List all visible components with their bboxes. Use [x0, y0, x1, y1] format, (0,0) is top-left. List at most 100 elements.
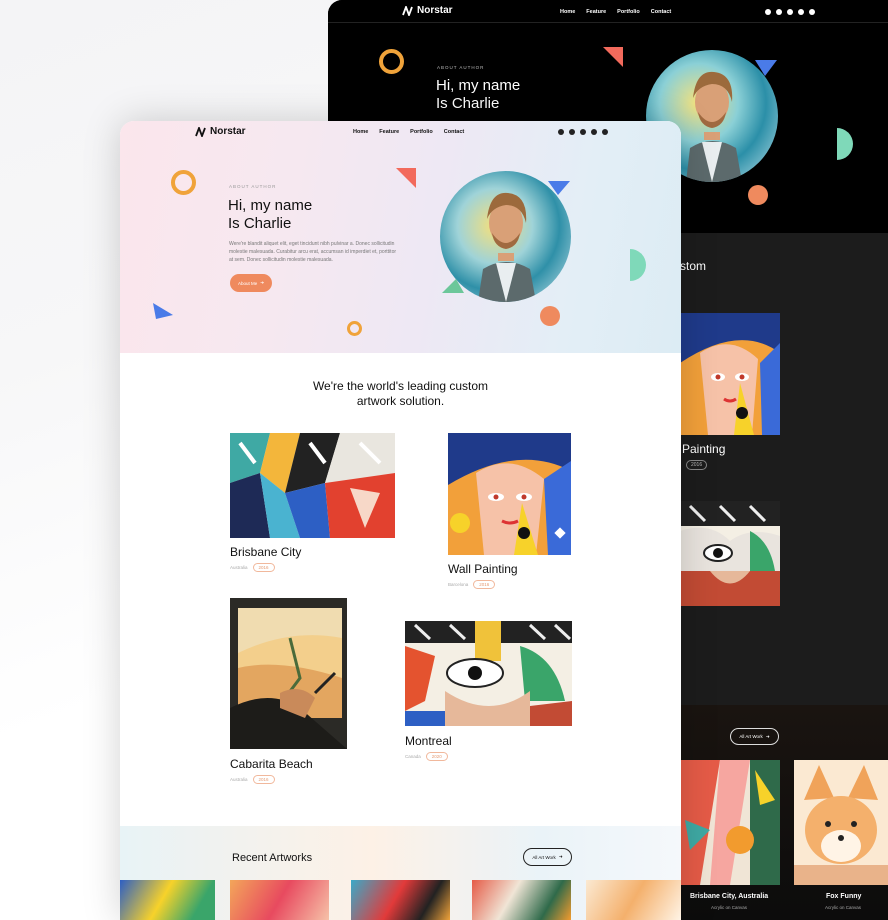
artwork-location-2: Barcelona — [448, 582, 469, 587]
artwork-meta-2: Barcelona 2016 — [448, 580, 496, 589]
dark-nav-portfolio[interactable]: Portfolio — [617, 9, 640, 15]
dark-hero-title-line2: Is Charlie — [436, 95, 500, 112]
orange-dot-decoration — [748, 185, 768, 205]
about-me-label: About Me — [237, 280, 258, 286]
artwork-cabarita-beach[interactable] — [230, 598, 347, 749]
dark-artwork-year: 2016 — [686, 460, 708, 470]
artwork-brisbane-city[interactable] — [230, 433, 395, 538]
dark-artwork-montreal[interactable] — [680, 501, 780, 606]
artwork-title-4: Montreal — [405, 734, 452, 748]
nav-home[interactable]: Home — [353, 129, 368, 135]
wall-painting-art — [448, 433, 571, 555]
hero-title-line2: Is Charlie — [228, 215, 292, 232]
dark-social-links — [765, 9, 815, 15]
twitter-icon[interactable] — [776, 9, 782, 15]
nav-feature[interactable]: Feature — [379, 129, 399, 135]
hero-title: Hi, my name Is Charlie — [228, 197, 398, 233]
hero-eyebrow: ABOUT AUTHOR — [229, 184, 277, 189]
mint-halfcircle-decoration — [837, 128, 853, 160]
recent-thumb-1[interactable] — [120, 880, 215, 920]
dribbble-icon[interactable] — [580, 129, 586, 135]
small-ring-decoration — [347, 321, 362, 336]
dark-hero-title: Hi, my name Is Charlie — [436, 77, 596, 113]
recent-thumb-5[interactable] — [586, 880, 681, 920]
logo-mark-icon — [195, 126, 206, 137]
all-artwork-button[interactable]: All Art Work ➜ — [523, 848, 572, 866]
artwork-title-3: Cabarita Beach — [230, 757, 313, 771]
wall-painting-art — [680, 313, 780, 435]
dark-card-fox[interactable] — [794, 760, 888, 885]
behance-icon[interactable] — [591, 129, 597, 135]
artwork-year-1: 2016 — [252, 563, 275, 572]
dark-nav-home[interactable]: Home — [560, 9, 575, 15]
pinterest-icon[interactable] — [809, 9, 815, 15]
nav-contact[interactable]: Contact — [444, 129, 464, 135]
montreal-art — [405, 621, 572, 726]
about-me-button[interactable]: About Me ➜ — [230, 274, 272, 292]
artwork-wall-painting[interactable] — [448, 433, 571, 555]
dark-artwork-wall-painting[interactable] — [680, 313, 780, 435]
behance-icon[interactable] — [798, 9, 804, 15]
facebook-icon[interactable] — [558, 129, 564, 135]
dark-logo[interactable]: Norstar — [402, 5, 453, 16]
mint-halfcircle-decoration — [630, 249, 646, 281]
twitter-icon[interactable] — [569, 129, 575, 135]
blue-triangle-decoration — [153, 303, 173, 319]
light-theme-preview: Norstar Home Feature Portfolio Contact A… — [120, 121, 681, 920]
dark-card-subtitle-1: Acrylic on Canvas — [711, 905, 748, 910]
portfolio-heading-line2: artwork solution. — [356, 394, 445, 408]
dribbble-icon[interactable] — [787, 9, 793, 15]
orange-ring-decoration — [379, 49, 404, 74]
brisbane-art — [230, 433, 395, 538]
social-links — [558, 129, 608, 135]
facebook-icon[interactable] — [765, 9, 771, 15]
all-artwork-label: All Art Work — [532, 854, 556, 860]
artwork-year-3: 2016 — [252, 775, 275, 784]
artwork-meta-4: Canada 2020 — [405, 752, 448, 761]
hero-title-line1: Hi, my name — [228, 197, 313, 214]
dark-card-brisbane[interactable] — [680, 760, 780, 885]
artwork-location-1: Australia — [230, 565, 248, 570]
dark-nav-contact[interactable]: Contact — [651, 9, 671, 15]
artwork-location-4: Canada — [405, 754, 421, 759]
dark-all-artwork-button[interactable]: All Art Work ➜ — [730, 728, 779, 745]
dark-card-subtitle-2: Acrylic on Canvas — [825, 905, 862, 910]
logo-mark-icon — [402, 5, 413, 16]
recent-thumb-3[interactable] — [351, 880, 450, 920]
orange-dot-decoration — [540, 306, 560, 326]
dark-section-heading: stom — [680, 259, 707, 273]
pinterest-icon[interactable] — [602, 129, 608, 135]
arrow-right-icon: ➜ — [260, 280, 265, 285]
dark-nav-feature[interactable]: Feature — [586, 9, 606, 15]
dark-artwork-title: Painting — [682, 442, 726, 456]
logo[interactable]: Norstar — [195, 126, 246, 137]
recent-thumb-2[interactable] — [230, 880, 329, 920]
arrow-right-icon: ➜ — [765, 733, 770, 739]
nav-links: Home Feature Portfolio Contact — [353, 129, 464, 135]
dark-hero-title-line1: Hi, my name — [436, 77, 521, 94]
red-triangle-decoration — [396, 168, 416, 188]
artwork-title-1: Brisbane City — [230, 545, 302, 559]
brisbane-card-art — [680, 760, 780, 885]
recent-thumb-4[interactable] — [472, 880, 571, 920]
nav-portfolio[interactable]: Portfolio — [410, 129, 433, 135]
showcase-stage: Norstar Home Feature Portfolio Contact A… — [0, 0, 888, 920]
dark-logo-text: Norstar — [417, 5, 453, 16]
portfolio-heading: We're the world's leading custom artwork… — [120, 379, 681, 409]
recent-artworks-title: Recent Artworks — [232, 852, 313, 864]
artwork-meta-1: Australia 2016 — [230, 563, 275, 572]
green-triangle-decoration — [442, 279, 464, 293]
logo-text: Norstar — [210, 126, 246, 137]
montreal-art — [680, 501, 780, 606]
arrow-right-icon: ➜ — [558, 854, 563, 859]
dark-card-title-1: Brisbane City, Australia — [690, 893, 769, 900]
fox-card-art — [794, 760, 888, 885]
artwork-location-3: Australia — [230, 777, 248, 782]
portfolio-heading-line1: We're the world's leading custom — [312, 379, 489, 393]
artwork-montreal[interactable] — [405, 621, 572, 726]
dark-all-artwork-label: All Art Work — [739, 734, 763, 739]
artwork-meta-3: Australia 2016 — [230, 775, 275, 784]
dark-nav-links: Home Feature Portfolio Contact — [560, 9, 671, 15]
artwork-title-2: Wall Painting — [448, 562, 518, 576]
dark-eyebrow: ABOUT AUTHOR — [437, 65, 485, 70]
